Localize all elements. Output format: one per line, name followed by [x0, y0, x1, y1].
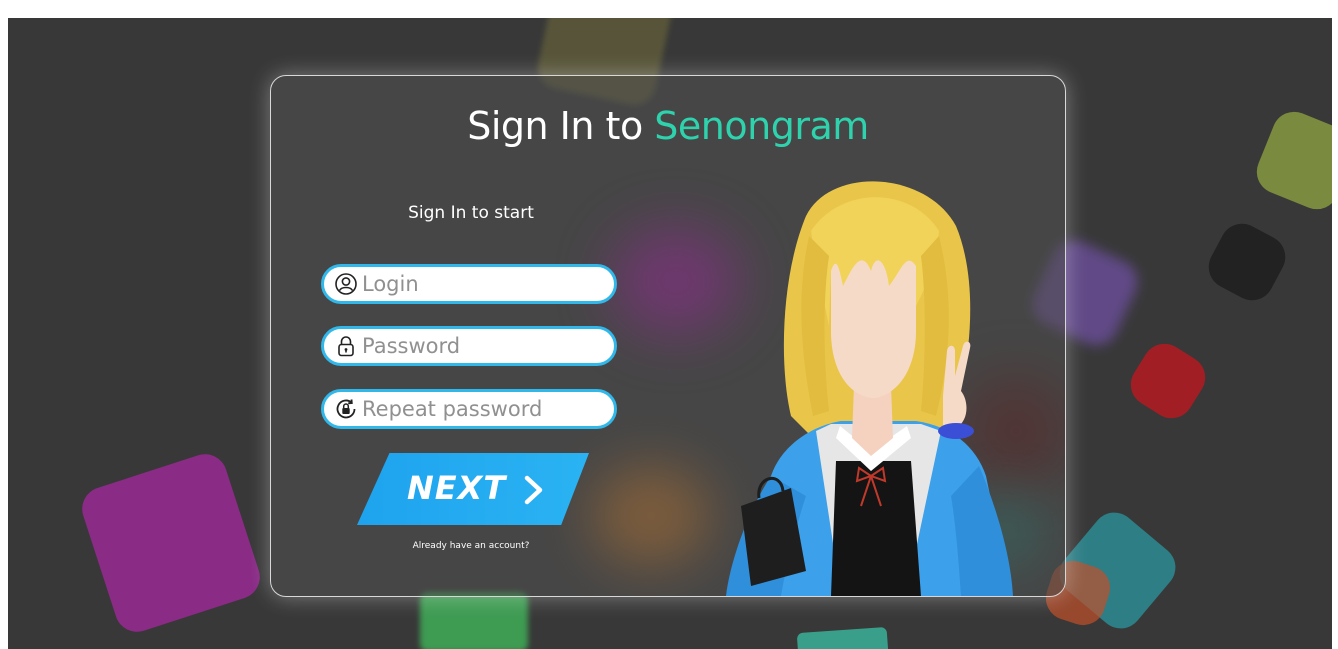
decorative-glow: [591, 466, 711, 566]
decorative-square: [796, 626, 890, 649]
page-background: Sign In to Senongram Sign In to start Lo…: [8, 18, 1332, 649]
form-subtitle: Sign In to start: [408, 203, 534, 223]
password-field[interactable]: [321, 326, 617, 366]
unlock-refresh-icon: [334, 397, 358, 421]
repeat-password-input[interactable]: [362, 397, 602, 421]
lock-icon: [334, 334, 358, 358]
login-input[interactable]: [362, 272, 602, 296]
decorative-square: [76, 448, 266, 638]
already-have-account-link[interactable]: Already have an account?: [371, 541, 571, 551]
password-input[interactable]: [362, 334, 602, 358]
next-button-label: NEXT: [407, 469, 507, 507]
login-field[interactable]: [321, 264, 617, 304]
decorative-square: [1201, 216, 1293, 308]
decorative-square: [420, 592, 528, 649]
page-title: Sign In to Senongram: [271, 104, 1065, 148]
next-button[interactable]: NEXT: [357, 453, 589, 525]
sign-in-card: Sign In to Senongram Sign In to start Lo…: [270, 75, 1066, 597]
decorative-square: [1250, 105, 1332, 216]
title-prefix: Sign In to: [467, 104, 643, 148]
anime-girl-illustration: [726, 181, 1013, 596]
decorative-square: [1122, 335, 1214, 427]
repeat-password-field[interactable]: [321, 389, 617, 429]
chevron-right-icon: [523, 475, 545, 509]
brand-name: Senongram: [654, 104, 869, 148]
user-circle-icon: [334, 272, 358, 296]
